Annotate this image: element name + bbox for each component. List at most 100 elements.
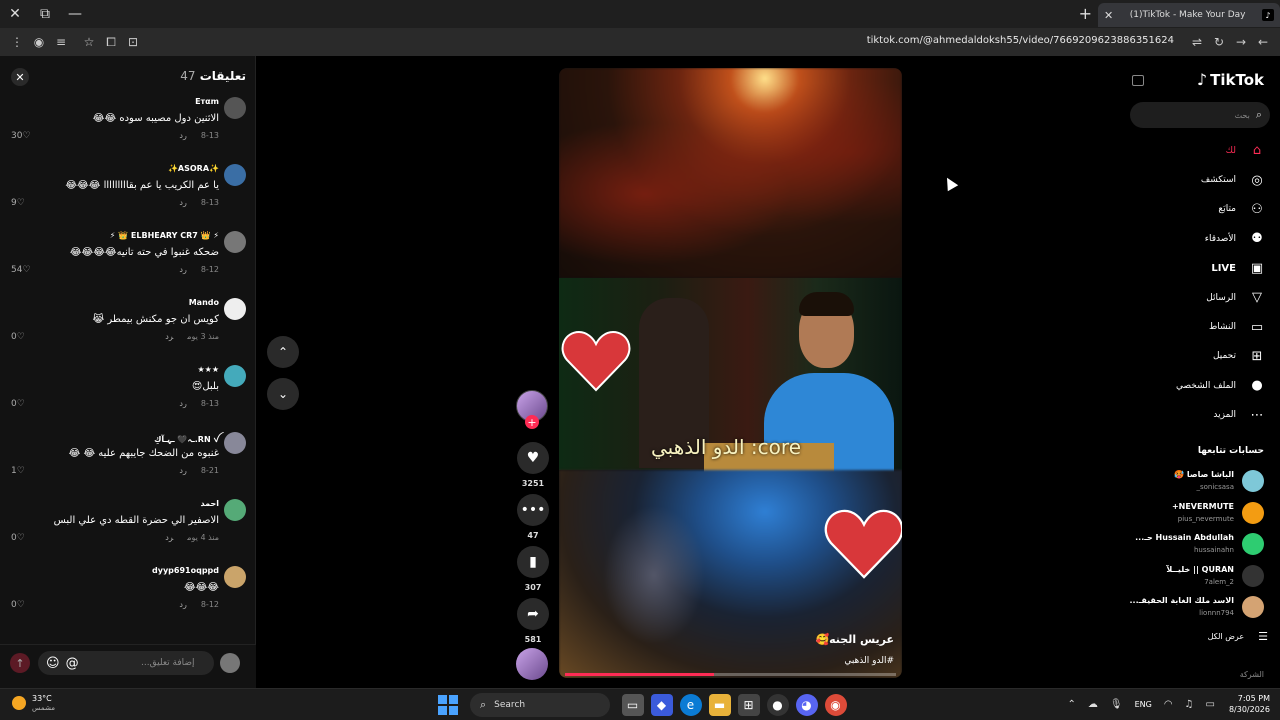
search-icon[interactable]: ⌕ [1256,108,1262,122]
minimize-window-icon[interactable]: — [60,0,90,28]
share-arrow-icon[interactable]: ➦ [517,598,549,630]
sidebar-item-compass[interactable]: استكشف ◎ [1122,165,1280,194]
url-field[interactable]: tiktok.com/@ahmedaldoksh55/video/7669209… [867,35,1174,46]
forward-icon[interactable]: → [1230,31,1252,53]
reply-button[interactable]: رد [179,131,186,140]
weather-widget[interactable]: 33°C مشمس [12,694,55,712]
collapse-sidebar-icon[interactable] [1132,75,1144,86]
commenter-avatar[interactable] [224,566,246,588]
sidebar-item-user-follow[interactable]: متابَع ⚇ [1122,195,1280,224]
reply-button[interactable]: رد [165,533,173,542]
search-box[interactable]: ⌕ [1130,102,1270,128]
clock[interactable]: 7:05 PM 8/30/2026 [1229,693,1270,715]
comment-input-box[interactable]: ☺ @ [38,651,214,675]
bookmark-star-icon[interactable]: ☆ [78,31,100,53]
sidebar-item-upload[interactable]: تحميل ⊞ [1122,342,1280,371]
like-heart-icon[interactable]: ♥ [517,442,549,474]
commenter-name[interactable]: احمد [201,499,220,508]
commenter-name[interactable]: ★★★ [197,365,219,374]
commenter-name[interactable]: ⚡ 👑 ELBHEARY CR7 👑 ⚡ [110,231,219,240]
back-icon[interactable]: ← [1252,31,1274,53]
comment-like-button[interactable]: 0♡ [11,399,25,409]
site-settings-icon[interactable]: ⇌ [1186,31,1208,53]
taskbar-search[interactable]: ⌕ Search [470,693,610,717]
comment-like-button[interactable]: 0♡ [11,600,25,610]
sidebar-item-messages[interactable]: الرسائل ▽ [1122,283,1280,312]
microphone-icon[interactable]: 🎙 [1110,699,1123,710]
new-tab-button[interactable]: + [1079,4,1092,23]
commenter-avatar[interactable] [224,298,246,320]
company-link[interactable]: الشركة [1240,670,1264,679]
cast-icon[interactable]: ⊡ [122,31,144,53]
discord-icon[interactable]: ◕ [795,694,818,716]
following-account[interactable]: الاسد ملك الغابة الحقيقـ... lionnn794 [1122,592,1280,624]
close-window-icon[interactable]: ✕ [0,0,30,28]
sidebar-item-live[interactable]: LIVE ▣ [1122,254,1280,283]
sidebar-item-profile[interactable]: الملف الشخصي ● [1122,371,1280,400]
wifi-icon[interactable]: ◠ [1164,699,1173,710]
reply-button[interactable]: رد [179,399,186,408]
comment-like-button[interactable]: 1♡ [11,466,25,476]
bookmark-icon[interactable]: ▮ [517,546,549,578]
sidebar-item-more[interactable]: المزيد ⋯ [1122,401,1280,430]
task-view-icon[interactable]: ▭ [621,694,644,716]
reply-button[interactable]: رد [165,332,173,341]
send-comment-button[interactable]: ↑ [10,653,30,673]
close-comments-button[interactable]: ✕ [11,68,29,86]
browser-tab[interactable]: ✕ (1)TikTok - Make Your Day ♪ [1098,3,1280,27]
reply-button[interactable]: رد [179,466,186,475]
commenter-avatar[interactable] [224,164,246,186]
store-icon[interactable]: ⊞ [737,694,760,716]
commenter-name[interactable]: dyyp691oqppd [152,566,219,575]
windows-start-icon[interactable] [438,695,458,715]
reload-icon[interactable]: ↻ [1208,31,1230,53]
see-all-button[interactable]: عرض الكل ☰ [1208,630,1268,643]
menu-dots-icon[interactable]: ⋮ [6,31,28,53]
onedrive-icon[interactable]: ☁ [1088,699,1098,710]
battery-icon[interactable]: ▭ [1206,699,1215,710]
comment-input[interactable] [84,658,195,668]
search-input[interactable] [1144,110,1250,120]
tab-close-icon[interactable]: ✕ [1104,9,1113,22]
file-explorer-icon[interactable]: ▬ [708,694,731,716]
chrome-icon[interactable]: ◉ [824,694,847,716]
following-account[interactable]: QURAN || خليــﻶ 7alem_2 [1122,561,1280,593]
comment-like-button[interactable]: 9♡ [11,198,25,208]
restore-window-icon[interactable]: ⧉ [30,0,60,28]
sidebar-item-activity[interactable]: النشاط ▭ [1122,312,1280,341]
commenter-avatar[interactable] [224,231,246,253]
emoji-icon[interactable]: ☺ [46,656,60,671]
copilot-icon[interactable]: ◆ [650,694,673,716]
comment-bubble-icon[interactable]: ••• [517,494,549,526]
following-account[interactable]: الباشا صاصا 🥵 _sonicsasa [1122,466,1280,498]
edge-browser-icon[interactable]: e [679,694,702,716]
commenter-name[interactable]: Eтαm [195,97,219,106]
previous-video-button[interactable]: ⌃ [267,336,299,368]
tray-chevron-icon[interactable]: ⌃ [1067,699,1075,710]
commenter-name[interactable]: Mando [189,298,219,307]
comment-like-button[interactable]: 54♡ [11,265,31,275]
commenter-name[interactable]: RN ꪜ.ـہ🖤 ـہـآكِ [154,432,219,449]
sidebar-item-friends[interactable]: الأصدقاء ⚉ [1122,224,1280,253]
extensions-icon[interactable]: ◉ [28,31,50,53]
commenter-avatar[interactable] [224,499,246,521]
video-progress-bar[interactable] [565,673,896,676]
reply-button[interactable]: رد [179,600,186,609]
commenter-avatar[interactable] [224,432,246,454]
follow-plus-icon[interactable]: + [525,415,539,429]
volume-icon[interactable]: ♫ [1185,699,1194,710]
mention-icon[interactable]: @ [66,656,79,671]
reading-list-icon[interactable]: ≡ [50,31,72,53]
music-disc-icon[interactable] [516,648,548,680]
commenter-avatar[interactable] [224,365,246,387]
tiktok-logo[interactable]: ♪ TikTok [1197,70,1264,89]
reply-button[interactable]: رد [179,198,186,207]
language-indicator[interactable]: ENG [1135,700,1152,709]
comment-like-button[interactable]: 0♡ [11,332,25,342]
following-account[interactable]: NEVERMUTE+ pius_nevermute [1122,498,1280,530]
next-video-button[interactable]: ⌄ [267,378,299,410]
reply-button[interactable]: رد [179,265,186,274]
sidebar-item-home[interactable]: لك ⌂ [1122,136,1280,165]
commenter-name[interactable]: ✨ASORA✨ [168,164,219,173]
video-player[interactable]: الدو الذهبي :core عريس الجنه🥰 #الدو الذه… [559,68,902,678]
